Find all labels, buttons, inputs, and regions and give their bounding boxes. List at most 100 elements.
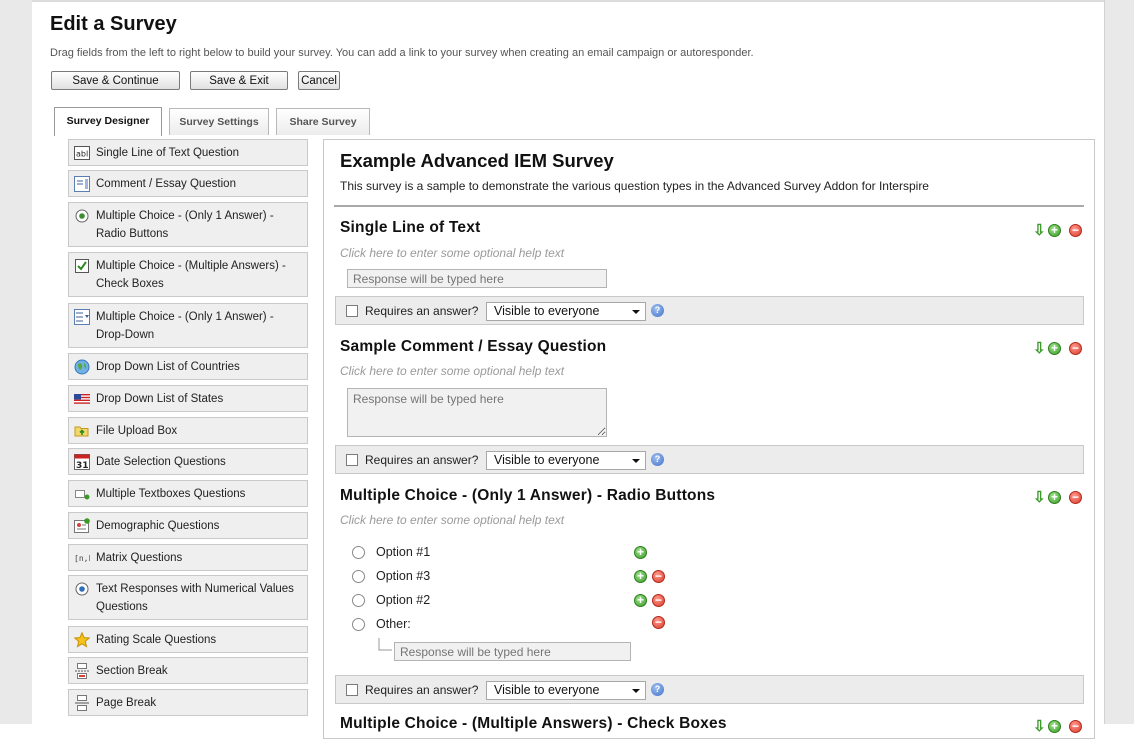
add-icon[interactable]: + [1048,720,1061,733]
sidebar-item-label: Date Selection Questions [96,456,226,468]
add-icon[interactable]: + [1048,491,1061,504]
left-gutter [0,0,32,724]
add-icon[interactable]: + [1048,224,1061,237]
option-label[interactable]: Option #2 [376,593,430,607]
save-continue-button[interactable]: Save & Continue [51,71,180,90]
visibility-value: Visible to everyone [494,453,600,467]
help-icon[interactable]: ? [651,683,664,696]
move-down-icon[interactable]: ⇩ [1033,223,1046,239]
remove-option-icon[interactable]: − [652,570,665,583]
requires-answer-label: Requires an answer? [365,304,479,318]
sidebar-item-states[interactable]: Drop Down List of States [68,385,308,412]
sidebar-item-section-break[interactable]: Section Break [68,657,308,684]
visibility-select[interactable]: Visible to everyone [486,681,646,700]
star-icon [74,632,90,648]
page-break-icon [75,695,89,711]
move-down-icon[interactable]: ⇩ [1033,490,1046,506]
checkbox-icon [75,259,89,273]
text-field-icon: abl [74,146,90,160]
tab-share-survey[interactable]: Share Survey [276,108,370,135]
sidebar-item-label: Page Break [96,697,157,709]
question-title[interactable]: Multiple Choice - (Multiple Answers) - C… [340,715,727,733]
sidebar-item-page-break[interactable]: Page Break [68,689,308,716]
sidebar-item-label: Single Line of Text Question [96,147,239,159]
remove-icon[interactable]: − [1069,224,1082,237]
question-title[interactable]: Single Line of Text [340,219,480,237]
sidebar-item-single-line[interactable]: abl Single Line of Text Question [68,139,308,166]
option-radio[interactable] [352,546,365,559]
sidebar-item-label: Demographic Questions [96,520,220,532]
option-label[interactable]: Other: [376,617,411,631]
svg-text:31: 31 [76,461,89,470]
calendar-icon: 31 [74,454,90,470]
radio-button-icon [75,209,89,223]
sidebar-item-label: Multiple Choice - (Only 1 Answer) - Radi… [96,210,274,240]
svg-text:[n,k]: [n,k] [74,554,90,563]
save-exit-button[interactable]: Save & Exit [190,71,288,90]
sidebar-item-matrix[interactable]: [n,k] Matrix Questions [68,544,308,571]
tab-survey-designer[interactable]: Survey Designer [54,107,162,136]
option-label[interactable]: Option #1 [376,545,430,559]
sidebar-item-multiple-textboxes[interactable]: Multiple Textboxes Questions [68,480,308,507]
sidebar-item-comment-essay[interactable]: Comment / Essay Question [68,170,308,197]
sidebar-item-countries[interactable]: Drop Down List of Countries [68,353,308,380]
requires-answer-checkbox[interactable] [346,454,358,466]
sidebar-item-demographic[interactable]: Demographic Questions [68,512,308,539]
sidebar-item-rating-scale[interactable]: Rating Scale Questions [68,626,308,653]
textboxes-icon [75,490,90,500]
sidebar-item-check-boxes[interactable]: Multiple Choice - (Multiple Answers) - C… [68,252,308,297]
add-option-icon[interactable]: + [634,570,647,583]
requires-answer-checkbox[interactable] [346,305,358,317]
question-actions: ⇩ + − [1033,490,1083,506]
page-intro: Drag fields from the left to right below… [50,47,754,59]
remove-icon[interactable]: − [1069,342,1082,355]
survey-divider [334,205,1084,207]
visibility-select[interactable]: Visible to everyone [486,451,646,470]
survey-title[interactable]: Example Advanced IEM Survey [340,150,614,172]
cancel-button[interactable]: Cancel [298,71,340,90]
sidebar-item-label: File Upload Box [96,425,178,437]
response-textarea[interactable] [347,388,607,437]
help-text[interactable]: Click here to enter some optional help t… [340,513,564,527]
remove-option-icon[interactable]: − [652,616,665,629]
sidebar-item-label: Drop Down List of Countries [96,361,240,373]
sidebar-item-date-selection[interactable]: 31 Date Selection Questions [68,448,308,475]
remove-icon[interactable]: − [1069,720,1082,733]
option-radio[interactable] [352,594,365,607]
option-radio[interactable] [352,618,365,631]
add-option-icon[interactable]: + [634,546,647,559]
question-title[interactable]: Multiple Choice - (Only 1 Answer) - Radi… [340,487,715,505]
question-title[interactable]: Sample Comment / Essay Question [340,338,606,356]
question-actions: ⇩ + − [1033,719,1083,735]
sidebar-item-label: Comment / Essay Question [96,178,236,190]
survey-description[interactable]: This survey is a sample to demonstrate t… [340,179,929,193]
svg-text:abl: abl [76,150,88,159]
globe-icon [74,359,90,375]
textarea-icon [74,176,90,192]
option-radio[interactable] [352,570,365,583]
add-icon[interactable]: + [1048,342,1061,355]
help-icon[interactable]: ? [651,304,664,317]
option-label[interactable]: Option #3 [376,569,430,583]
visibility-select[interactable]: Visible to everyone [486,302,646,321]
sidebar-item-file-upload[interactable]: File Upload Box [68,417,308,444]
tab-survey-settings[interactable]: Survey Settings [169,108,269,135]
requires-answer-checkbox[interactable] [346,684,358,696]
radio-button-icon [75,582,89,596]
response-input[interactable] [347,269,607,288]
help-icon[interactable]: ? [651,453,664,466]
sidebar-item-drop-down[interactable]: Multiple Choice - (Only 1 Answer) - Drop… [68,303,308,348]
help-text[interactable]: Click here to enter some optional help t… [340,246,564,260]
sidebar-item-text-numerical[interactable]: Text Responses with Numerical Values Que… [68,575,308,620]
sidebar-item-radio-buttons[interactable]: Multiple Choice - (Only 1 Answer) - Radi… [68,202,308,247]
remove-icon[interactable]: − [1069,491,1082,504]
add-option-icon[interactable]: + [634,594,647,607]
other-response-input[interactable] [394,642,631,661]
tree-connector [378,638,392,651]
help-text[interactable]: Click here to enter some optional help t… [340,364,564,378]
move-down-icon[interactable]: ⇩ [1033,719,1046,735]
remove-option-icon[interactable]: − [652,594,665,607]
sidebar-item-label: Multiple Choice - (Only 1 Answer) - Drop… [96,311,274,341]
move-down-icon[interactable]: ⇩ [1033,341,1046,357]
visibility-value: Visible to everyone [494,304,600,318]
